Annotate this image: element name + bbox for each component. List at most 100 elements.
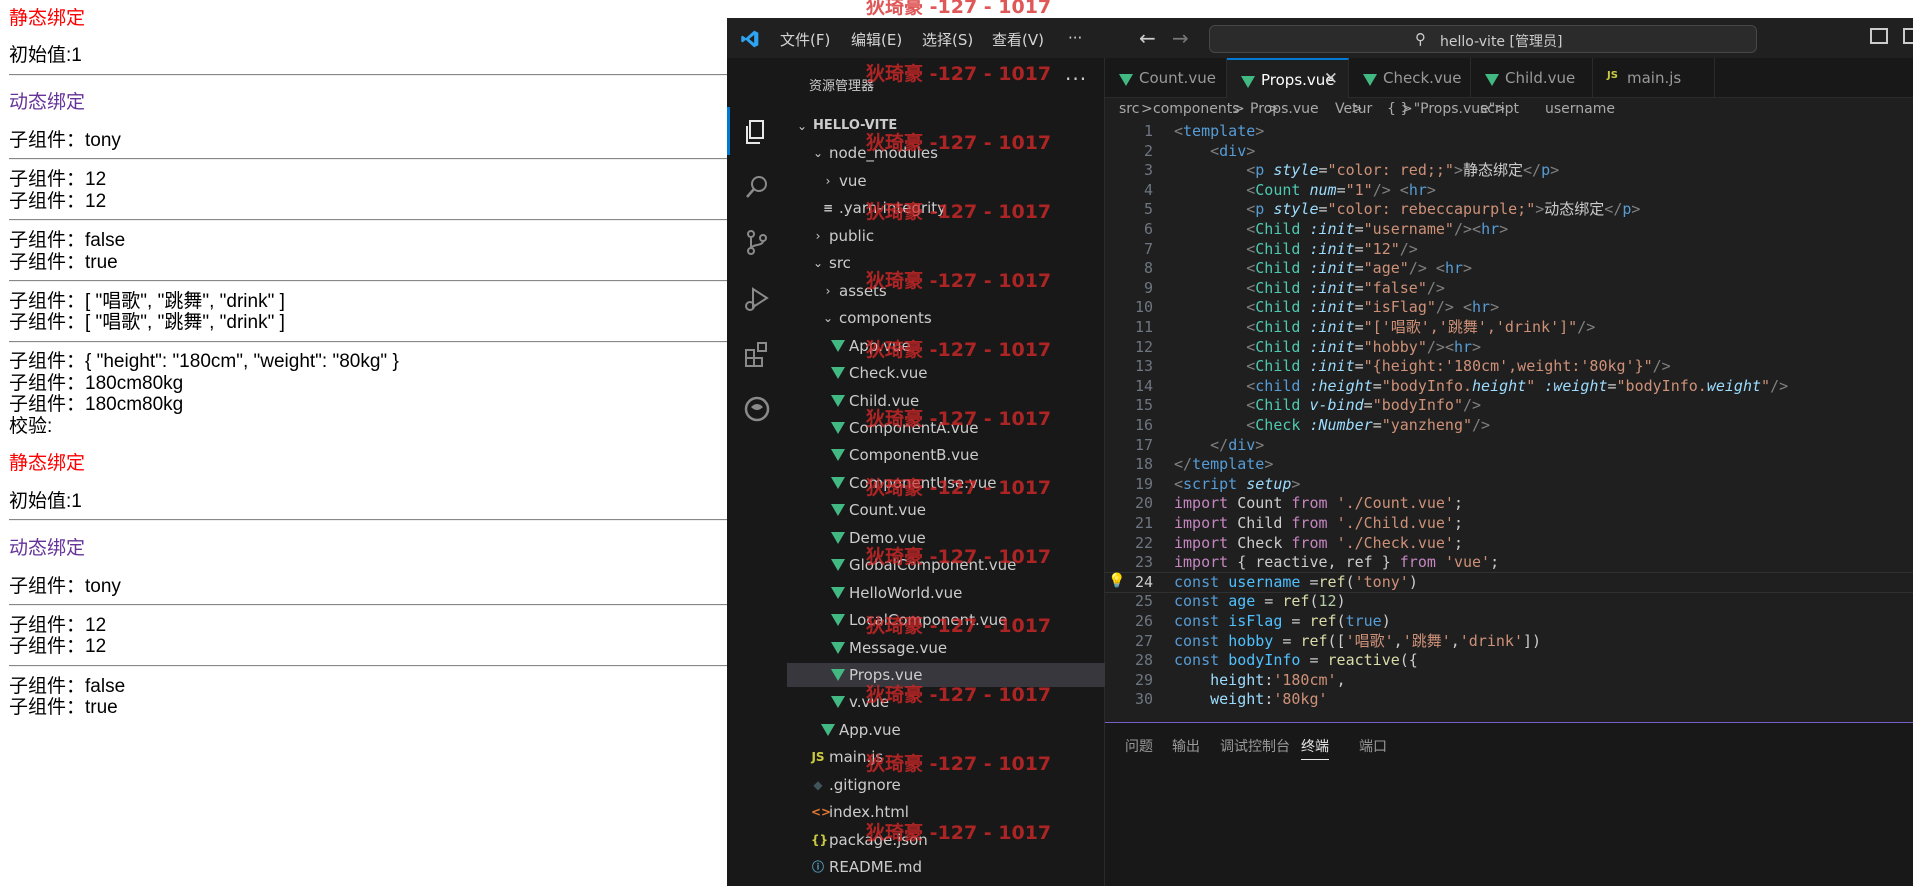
code-line[interactable]: 23 import { reactive, ref } from 'vue'; [1105,553,1913,573]
code-line[interactable]: 29 height:'180cm', [1105,671,1913,691]
code-line[interactable]: 11 <Child :init="['唱歌','跳舞','drink']"/> [1105,318,1913,338]
file-item[interactable]: ComponentUse.vue [787,471,1105,495]
command-center-search[interactable]: ⚲ hello-vite [管理员] [1209,25,1757,53]
activity-bar [727,58,787,886]
code-line[interactable]: 18 </template> [1105,455,1913,475]
breadcrumb-props-vue[interactable]: Props.vue [1250,101,1319,117]
file-item[interactable]: JS main.js [787,745,1105,769]
folder-item[interactable]: › assets [787,279,1105,303]
code-line[interactable]: 27 const hobby = ref(['唱歌','跳舞','drink']) [1105,632,1913,652]
menu-edit[interactable]: 编辑(E) [851,29,902,50]
tab-child-vue[interactable]: Child.vue [1471,58,1593,98]
code-line[interactable]: 3 <p style="color: red;;">静态绑定</p> [1105,161,1913,181]
panel-tab-terminal[interactable]: 终端 [1301,736,1329,760]
explorer-sidebar: 资源管理器 ··· ⌄ HELLO-VITE ⌄ node_modules › vue ≡.… [787,58,1105,886]
tab-props-vue[interactable]: Props.vue ✕ [1227,58,1349,98]
folder-item[interactable]: ⌄ src [787,251,1105,275]
folder-item[interactable]: ⌄ node_modules [787,141,1105,165]
code-line[interactable]: 1 <template> [1105,122,1913,142]
toggle-panel-icon[interactable] [1903,28,1913,44]
file-item[interactable]: GlobalComponent.vue [787,553,1105,577]
explorer-root[interactable]: ⌄ HELLO-VITE [787,114,1105,138]
tab-check-vue[interactable]: Check.vue [1349,58,1471,98]
code-line[interactable]: 15 <Child v-bind="bodyInfo"/> [1105,396,1913,416]
panel-tab-ports[interactable]: 端口 [1359,736,1387,756]
folder-item[interactable]: ⌄ components [787,306,1105,330]
extensions-icon[interactable] [741,338,773,370]
menu-more[interactable]: ··· [1068,29,1082,47]
back-arrow-icon[interactable]: ← [1139,26,1156,50]
code-line[interactable]: 22 import Check from './Check.vue'; [1105,534,1913,554]
file-item[interactable]: v.vue [787,690,1105,714]
code-line[interactable]: 17 </div> [1105,436,1913,456]
explorer-icon[interactable] [741,116,773,148]
search-activity-icon[interactable] [741,171,773,203]
code-line[interactable]: 7 <Child :init="12"/> [1105,240,1913,260]
menu-file[interactable]: 文件(F) [780,29,830,50]
breadcrumb-username[interactable]: username [1545,101,1615,117]
code-line[interactable]: 21 import Child from './Child.vue'; [1105,514,1913,534]
panel-tab-problems[interactable]: 问题 [1125,736,1153,756]
file-item[interactable]: <> index.html [787,800,1105,824]
toggle-sidebar-icon[interactable] [1870,28,1888,44]
file-item[interactable]: Check.vue [787,361,1105,385]
file-item[interactable]: ≡ .yarn-integrity [787,196,1105,220]
vue-file-icon [831,498,845,522]
code-line[interactable]: 25 const age = ref(12) [1105,592,1913,612]
run-debug-icon[interactable] [741,283,773,315]
forward-arrow-icon[interactable]: → [1172,26,1189,50]
watermark: 狄琦豪 -127 - 1017 [866,0,1052,18]
panel-tab-debug-console[interactable]: 调试控制台 [1220,736,1290,756]
source-control-icon[interactable] [741,226,773,258]
tab-count-vue[interactable]: Count.vue [1105,58,1227,98]
code-line[interactable]: 5 <p style="color: rebeccapurple;">动态绑定<… [1105,200,1913,220]
active-indicator [727,107,730,155]
menu-view[interactable]: 查看(V) [992,29,1044,50]
breadcrumb-src[interactable]: src [1119,101,1139,117]
file-item[interactable]: App.vue [787,718,1105,742]
code-line[interactable]: 26 const isFlag = ref(true) [1105,612,1913,632]
code-line[interactable]: 12 <Child :init="hobby"/><hr> [1105,338,1913,358]
file-item[interactable]: {} package.json [787,828,1105,852]
code-line[interactable]: 9 <Child :init="false"/> [1105,279,1913,299]
code-line[interactable]: 2 <div> [1105,142,1913,162]
code-line[interactable]: 20 import Count from './Count.vue'; [1105,494,1913,514]
file-item[interactable]: ◆ .gitignore [787,773,1105,797]
code-line[interactable]: 13 <Child :init="{height:'180cm',weight:… [1105,357,1913,377]
panel-tab-output[interactable]: 输出 [1172,736,1200,756]
code-line[interactable]: 6 <Child :init="username"/><hr> [1105,220,1913,240]
file-item[interactable]: Demo.vue [787,526,1105,550]
tab-main-js[interactable]: JS main.js [1593,58,1715,98]
code-line[interactable]: 16 <Check :Number="yanzheng"/> [1105,416,1913,436]
file-item[interactable]: Props.vue [787,663,1105,687]
file-item[interactable]: ⓘ README.md [787,855,1105,879]
file-item[interactable]: HelloWorld.vue [787,581,1105,605]
folder-item[interactable]: › vue [787,169,1105,193]
code-line[interactable]: 4 <Count num="1"/> <hr> [1105,181,1913,201]
code-line[interactable]: 8 <Child :init="age"/> <hr> [1105,259,1913,279]
folder-item[interactable]: › public [787,224,1105,248]
close-icon[interactable]: ✕ [1324,69,1338,89]
file-item[interactable]: Message.vue [787,636,1105,660]
lightbulb-icon[interactable]: 💡 [1108,572,1125,592]
code-line[interactable]: 10 <Child :init="isFlag"/> <hr> [1105,298,1913,318]
code-line[interactable]: 14 <child :height="bodyInfo.height" :wei… [1105,377,1913,397]
file-item[interactable]: Child.vue [787,389,1105,413]
explorer-more-icon[interactable]: ··· [1065,67,1087,91]
file-item[interactable]: ComponentA.vue [787,416,1105,440]
file-item[interactable]: App.vue [787,334,1105,358]
code-editor[interactable]: 1 <template> 2 <div> 3 <p style="color: red… [1105,122,1913,722]
breadcrumb-components[interactable]: components [1153,101,1240,117]
line-number: 29 [1134,670,1153,689]
file-item[interactable]: ComponentB.vue [787,443,1105,467]
remote-explorer-icon[interactable] [741,393,773,425]
code-line[interactable]: 28 const bodyInfo = reactive({ [1105,651,1913,671]
code-text: <Child :init="['唱歌','跳舞','drink']"/> [1246,318,1596,336]
code-line[interactable]: 19 <script setup> [1105,475,1913,495]
file-item[interactable]: LocalComponent.vue [787,608,1105,632]
menu-selection[interactable]: 选择(S) [922,29,973,50]
line-number: 26 [1134,612,1153,630]
code-line[interactable]: 30 weight:'80kg' [1105,690,1913,710]
code-line[interactable]: 💡 24 const username =ref('tony') [1105,571,1913,594]
file-item[interactable]: Count.vue [787,498,1105,522]
